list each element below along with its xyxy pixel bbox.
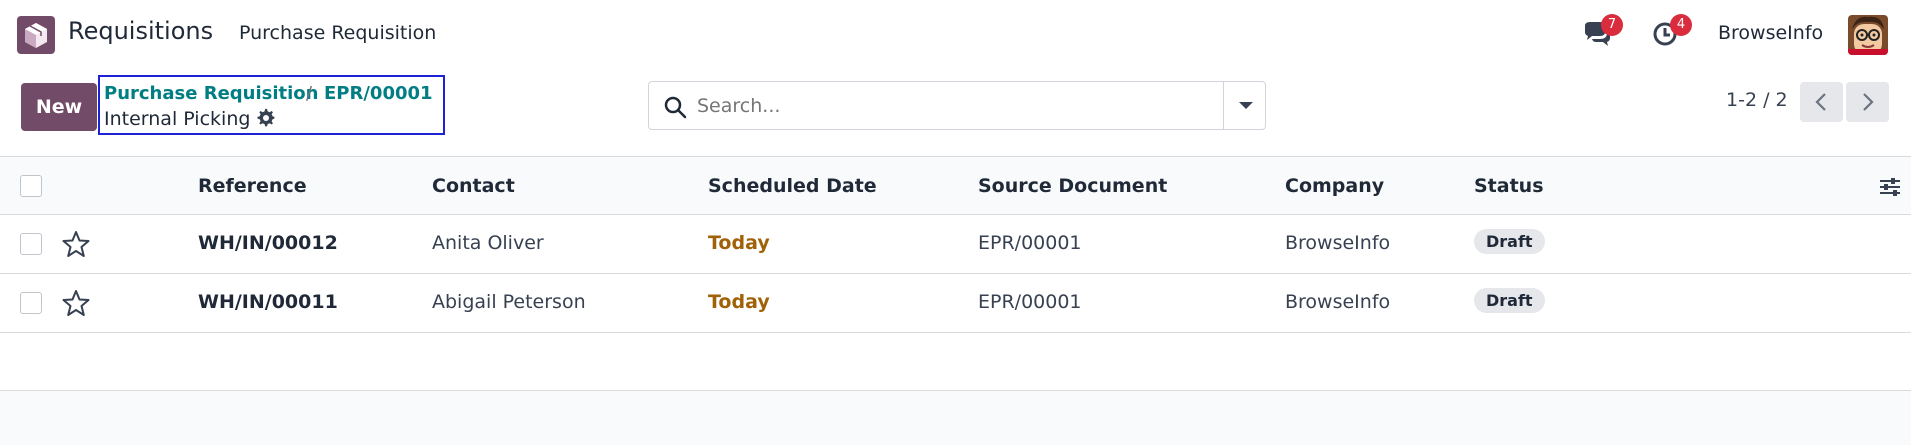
breadcrumb: Purchase Requisition / EPR/00001 Interna… xyxy=(98,75,445,135)
table-row[interactable]: WH/IN/00011 Abigail Peterson Today EPR/0… xyxy=(0,274,1911,333)
search-icon xyxy=(664,96,687,119)
column-header-company[interactable]: Company xyxy=(1285,175,1384,197)
search-options-toggle[interactable] xyxy=(1223,82,1266,129)
column-header-scheduled-date[interactable]: Scheduled Date xyxy=(708,175,877,197)
cell-contact: Abigail Peterson xyxy=(432,291,586,313)
cell-scheduled-date: Today xyxy=(708,291,770,313)
cell-reference: WH/IN/00011 xyxy=(198,291,338,313)
cell-company: BrowseInfo xyxy=(1285,232,1391,254)
messages-count-badge: 7 xyxy=(1601,14,1623,36)
messages-button[interactable]: 7 xyxy=(1581,14,1623,52)
current-view-title: Internal Picking xyxy=(104,108,251,130)
app-name[interactable]: Requisitions xyxy=(68,17,213,45)
activities-button[interactable]: 4 xyxy=(1650,14,1692,52)
breadcrumb-current: Internal Picking xyxy=(104,108,276,130)
user-avatar[interactable] xyxy=(1848,15,1888,55)
breadcrumb-purchase-requisition[interactable]: Purchase Requisition xyxy=(104,83,318,104)
column-header-reference[interactable]: Reference xyxy=(198,175,307,197)
row-checkbox[interactable] xyxy=(20,292,42,314)
gear-icon[interactable] xyxy=(256,108,276,128)
star-icon[interactable] xyxy=(62,289,90,317)
column-header-source-document[interactable]: Source Document xyxy=(978,175,1167,197)
column-header-status[interactable]: Status xyxy=(1474,175,1544,197)
status-badge: Draft xyxy=(1474,288,1545,313)
company-switcher[interactable]: BrowseInfo xyxy=(1718,22,1823,44)
menu-item-purchase-requisition[interactable]: Purchase Requisition xyxy=(239,22,436,44)
pager-value[interactable]: 1-2 / 2 xyxy=(1726,89,1788,111)
table-header: Reference Contact Scheduled Date Source … xyxy=(0,156,1911,215)
cube-box-icon[interactable] xyxy=(17,16,55,54)
cell-reference: WH/IN/00012 xyxy=(198,232,338,254)
cell-source-document: EPR/00001 xyxy=(978,291,1082,313)
cell-company: BrowseInfo xyxy=(1285,291,1391,313)
cell-source-document: EPR/00001 xyxy=(978,232,1082,254)
new-button[interactable]: New xyxy=(21,83,97,131)
status-badge: Draft xyxy=(1474,229,1545,254)
breadcrumb-record[interactable]: EPR/00001 xyxy=(324,83,433,104)
star-icon[interactable] xyxy=(62,230,90,258)
chevron-right-icon xyxy=(1863,93,1874,111)
pager-next-button[interactable] xyxy=(1846,82,1889,122)
avatar-face-icon xyxy=(1848,15,1888,55)
search-input[interactable] xyxy=(697,83,1197,128)
cell-contact: Anita Oliver xyxy=(432,232,544,254)
select-all-checkbox[interactable] xyxy=(20,175,42,197)
cell-scheduled-date: Today xyxy=(708,232,770,254)
activities-count-badge: 4 xyxy=(1670,14,1692,36)
breadcrumb-separator: / xyxy=(306,83,313,104)
column-header-contact[interactable]: Contact xyxy=(432,175,515,197)
chevron-left-icon xyxy=(1815,93,1826,111)
sliders-icon[interactable] xyxy=(1878,175,1902,199)
search-bar xyxy=(648,81,1266,130)
row-checkbox[interactable] xyxy=(20,233,42,255)
list-footer-area xyxy=(0,390,1911,445)
top-navbar: Requisitions Purchase Requisition 7 4 Br… xyxy=(0,0,1911,68)
caret-down-icon xyxy=(1239,102,1253,109)
pager-previous-button[interactable] xyxy=(1800,82,1843,122)
table-row[interactable]: WH/IN/00012 Anita Oliver Today EPR/00001… xyxy=(0,215,1911,274)
